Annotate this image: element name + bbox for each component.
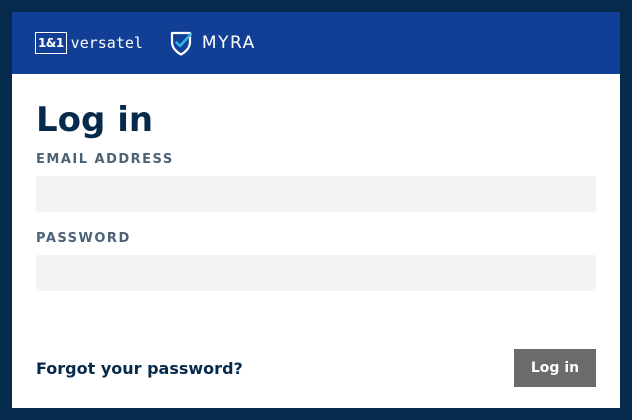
myra-logo: MYRA <box>169 30 256 56</box>
forgot-password-link[interactable]: Forgot your password? <box>36 359 243 378</box>
password-label: PASSWORD <box>36 231 131 246</box>
email-label: EMAIL ADDRESS <box>36 152 174 167</box>
brand-header: 1&1 versatel MYRA <box>12 12 620 74</box>
email-field[interactable] <box>36 176 596 212</box>
versatel-logo-box: 1&1 <box>35 32 67 54</box>
form-actions: Forgot your password? Log in <box>36 349 596 387</box>
login-card: 1&1 versatel MYRA Log in EMAIL ADDRESS P… <box>12 12 620 408</box>
versatel-logo-word: versatel <box>70 34 143 52</box>
page-title: Log in <box>36 100 154 140</box>
myra-logo-word: MYRA <box>201 33 256 53</box>
shield-check-icon <box>170 31 193 56</box>
password-field[interactable] <box>36 255 596 291</box>
login-button[interactable]: Log in <box>514 349 596 387</box>
login-form: Log in EMAIL ADDRESS PASSWORD <box>12 100 620 291</box>
versatel-logo: 1&1 versatel <box>35 31 143 55</box>
